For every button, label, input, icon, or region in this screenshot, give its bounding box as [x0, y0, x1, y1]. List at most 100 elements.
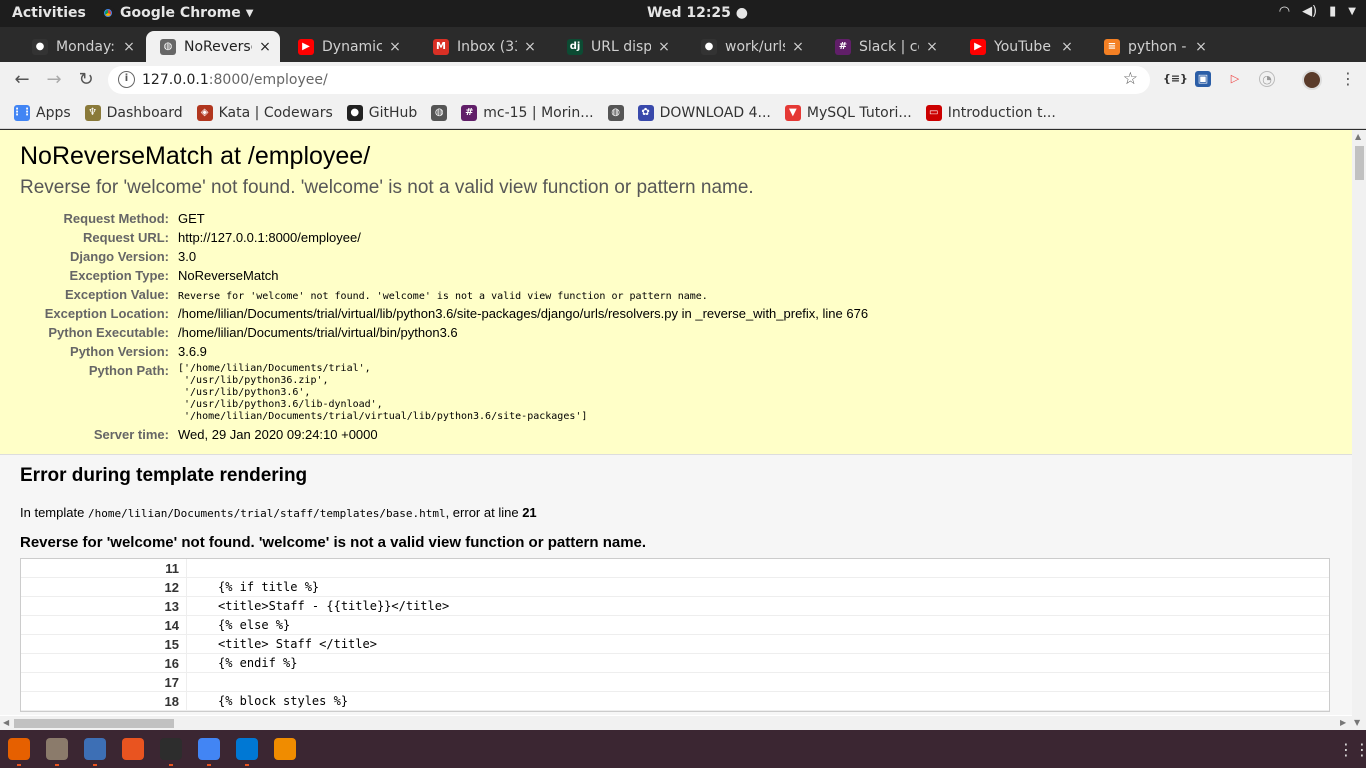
horizontal-scrollbar[interactable]: ◀ ▶ ▼	[0, 716, 1366, 730]
app-menu[interactable]: Google Chrome ▼	[101, 5, 253, 21]
tab[interactable]: # Slack | coll ×	[821, 31, 947, 62]
screen-recorder-extension-icon[interactable]: ▷	[1227, 71, 1243, 87]
chrome-icon[interactable]	[198, 738, 220, 760]
back-icon[interactable]: ←	[10, 68, 34, 92]
scroll-left-icon[interactable]: ◀	[3, 718, 9, 727]
system-tray[interactable]: ◠ ◀) ▮ ▼	[1279, 4, 1356, 19]
close-tab-icon[interactable]: ×	[1060, 39, 1074, 55]
tab[interactable]: ≡ python - D ×	[1090, 31, 1216, 62]
line-code: <title>Staff - {{title}}</title>	[186, 596, 1329, 616]
tab[interactable]: ◍ NoReverse ×	[146, 31, 280, 62]
tab[interactable]: ▶ Dynamic U ×	[284, 31, 410, 62]
bookmark-item[interactable]: ♆ Dashboard	[84, 104, 183, 121]
clock[interactable]: Wed 12:25 ●	[647, 5, 748, 21]
meta-value-cell: GET	[178, 209, 868, 228]
meta-row: Python Version: 3.6.9	[20, 342, 868, 361]
tab[interactable]: ● work/urls. ×	[687, 31, 813, 62]
meta-row: Exception Type: NoReverseMatch	[20, 266, 868, 285]
close-tab-icon[interactable]: ×	[258, 39, 272, 55]
close-tab-icon[interactable]: ×	[388, 39, 402, 55]
source-line: 12 {% if title %}	[21, 577, 1329, 597]
close-tab-icon[interactable]: ×	[925, 39, 939, 55]
address-bar[interactable]: i 127.0.0.1:8000/employee/ ☆	[108, 66, 1150, 94]
close-tab-icon[interactable]: ×	[791, 39, 805, 55]
bookmark-item[interactable]: ▭ Introduction t...	[925, 104, 1056, 121]
bookmark-item[interactable]: ▼ MySQL Tutori...	[784, 104, 912, 121]
forward-icon[interactable]: →	[42, 68, 66, 92]
close-tab-icon[interactable]: ×	[1194, 39, 1208, 55]
dashboard-icon: ♆	[84, 104, 101, 121]
bookmarks-bar: ⋮⋮ Apps ♆ Dashboard ◈ Kata | Codewars ● GitHub ◍…	[0, 97, 1366, 129]
meta-label: Exception Value:	[64, 287, 169, 302]
page-content: NoReverseMatch at /employee/ Reverse for…	[0, 130, 1352, 716]
extension-icon[interactable]: ◔	[1259, 71, 1275, 87]
bookmark-item[interactable]: ● GitHub	[346, 104, 418, 121]
scrollbar-thumb[interactable]	[14, 719, 174, 728]
meta-value: /home/lilian/Documents/trial/virtual/bin…	[178, 325, 458, 340]
vertical-scrollbar[interactable]: ▲	[1352, 130, 1366, 716]
bookmark-star-icon[interactable]: ☆	[1123, 69, 1138, 89]
tab-title: Dynamic U	[322, 38, 382, 55]
line-number: 18	[164, 693, 179, 709]
bookmark-item[interactable]: ⋮⋮ Apps	[12, 104, 71, 121]
tab[interactable]: M Inbox (33) ×	[419, 31, 545, 62]
meta-label: Server time:	[93, 427, 169, 442]
bookmark-label: DOWNLOAD 4...	[659, 104, 771, 121]
source-line: 11	[21, 558, 1329, 578]
scroll-up-icon[interactable]: ▲	[1355, 132, 1361, 141]
tab[interactable]: dj URL dispat ×	[553, 31, 679, 62]
firefox-icon[interactable]	[8, 738, 30, 760]
scroll-right-icon[interactable]: ▶	[1340, 718, 1346, 727]
url-text[interactable]: 127.0.0.1:8000/employee/	[142, 72, 328, 88]
chevron-down-icon: ▼	[245, 7, 254, 19]
error-summary: NoReverseMatch at /employee/ Reverse for…	[0, 130, 1352, 455]
activities-button[interactable]: Activities	[12, 5, 86, 21]
line-code: {% block styles %}	[186, 691, 1329, 711]
software-center-icon[interactable]	[122, 738, 144, 760]
source-line: 13 <title>Staff - {{title}}</title>	[21, 596, 1329, 616]
terminal-icon[interactable]	[160, 738, 182, 760]
json-formatter-extension-icon[interactable]: {≡}	[1163, 71, 1188, 87]
bookmark-label: GitHub	[368, 104, 418, 121]
source-line: 15 <title> Staff </title>	[21, 634, 1329, 654]
close-tab-icon[interactable]: ×	[122, 39, 136, 55]
avatar[interactable]	[1302, 70, 1322, 90]
vlc-icon[interactable]	[274, 738, 296, 760]
vscode-icon[interactable]	[236, 738, 258, 760]
bookmark-item[interactable]: ◈ Kata | Codewars	[196, 104, 333, 121]
bookmark-item[interactable]: ◍	[431, 104, 448, 121]
line-number: 15	[164, 636, 179, 652]
meta-row: Python Path: ['/home/lilian/Documents/tri…	[20, 361, 868, 425]
bookmark-item[interactable]: # mc-15 | Morin...	[461, 104, 594, 121]
scrollbar-thumb[interactable]	[1355, 146, 1364, 180]
apps-grid-icon: ⋮⋮	[12, 104, 32, 121]
close-tab-icon[interactable]: ×	[657, 39, 671, 55]
meta-value-cell: 3.0	[178, 247, 868, 266]
error-line-number: 21	[522, 505, 537, 520]
line-code: {% endif %}	[186, 653, 1329, 673]
meta-row: Exception Value: Reverse for 'welcome' no…	[20, 285, 868, 304]
meta-label: Request URL:	[83, 230, 169, 245]
line-code	[186, 672, 1329, 692]
close-tab-icon[interactable]: ×	[523, 39, 537, 55]
scroll-down-icon[interactable]: ▼	[1354, 718, 1360, 727]
reload-icon[interactable]: ↻	[74, 68, 98, 92]
running-indicator	[169, 764, 173, 766]
tab[interactable]: ● Monday:S ×	[18, 31, 144, 62]
show-applications-icon[interactable]: ⋮⋮⋮	[1338, 740, 1366, 759]
meta-value: Reverse for 'welcome' not found. 'welcom…	[178, 291, 708, 302]
document-viewer-icon[interactable]	[84, 738, 106, 760]
meta-label: Python Version:	[70, 344, 169, 359]
line-code: <title> Staff </title>	[186, 634, 1329, 654]
bookmark-item[interactable]: ✿ DOWNLOAD 4...	[637, 104, 771, 121]
line-code: {% if title %}	[186, 577, 1329, 597]
info-icon[interactable]: i	[118, 71, 135, 88]
extension-icon[interactable]: ▣	[1195, 71, 1211, 87]
files-icon[interactable]	[46, 738, 68, 760]
tab[interactable]: ▶ YouTube ×	[956, 31, 1082, 62]
bookmark-item[interactable]: ◍	[607, 104, 624, 121]
tab-title: Inbox (33)	[457, 38, 517, 55]
error-at-line-text: , error at line	[445, 505, 519, 520]
meta-value: NoReverseMatch	[178, 268, 279, 283]
kebab-menu-icon[interactable]: ⋮	[1340, 69, 1356, 88]
